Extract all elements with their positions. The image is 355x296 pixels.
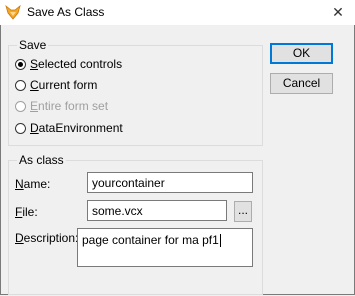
radio-label: Entire form set — [30, 99, 109, 113]
radio-button — [15, 100, 26, 112]
browse-button[interactable]: ... — [234, 201, 252, 222]
save-group-label: Save — [17, 38, 49, 52]
radio-current-form[interactable]: Current form — [15, 77, 97, 93]
radio-label: Selected controls — [30, 57, 123, 71]
radio-button[interactable] — [15, 79, 26, 91]
as-class-group-label: As class — [17, 153, 66, 167]
close-button[interactable]: ✕ — [321, 0, 355, 25]
radio-label: DataEnvironment — [30, 121, 123, 135]
save-groupbox: Save Selected controls Current form Enti… — [8, 38, 263, 146]
ok-button[interactable]: OK — [270, 43, 333, 64]
name-field[interactable]: yourcontainer — [87, 172, 253, 193]
file-field[interactable]: some.vcx — [87, 200, 227, 221]
foxpro-fox-icon — [5, 4, 21, 20]
radio-button[interactable] — [15, 58, 26, 70]
close-icon: ✕ — [332, 4, 344, 20]
radio-button[interactable] — [15, 122, 26, 134]
dialog-body: Save Selected controls Current form Enti… — [0, 25, 355, 295]
radio-dataenvironment[interactable]: DataEnvironment — [15, 120, 123, 136]
radio-label: Current form — [30, 78, 98, 92]
description-text: page container for ma pf1 — [82, 233, 219, 247]
as-class-groupbox: As class Name: yourcontainer File: some.… — [8, 153, 263, 295]
radio-entire-form-set: Entire form set — [15, 98, 108, 114]
window-title: Save As Class — [27, 5, 105, 19]
description-label: Description: — [15, 231, 79, 245]
radio-selected-controls[interactable]: Selected controls — [15, 56, 122, 72]
file-label: File: — [15, 205, 38, 219]
description-textarea[interactable]: page container for ma pf1 — [77, 228, 253, 267]
text-caret — [219, 234, 221, 248]
title-bar: Save As Class ✕ — [0, 0, 355, 25]
name-label: Name: — [15, 177, 51, 191]
cancel-button[interactable]: Cancel — [270, 73, 333, 94]
